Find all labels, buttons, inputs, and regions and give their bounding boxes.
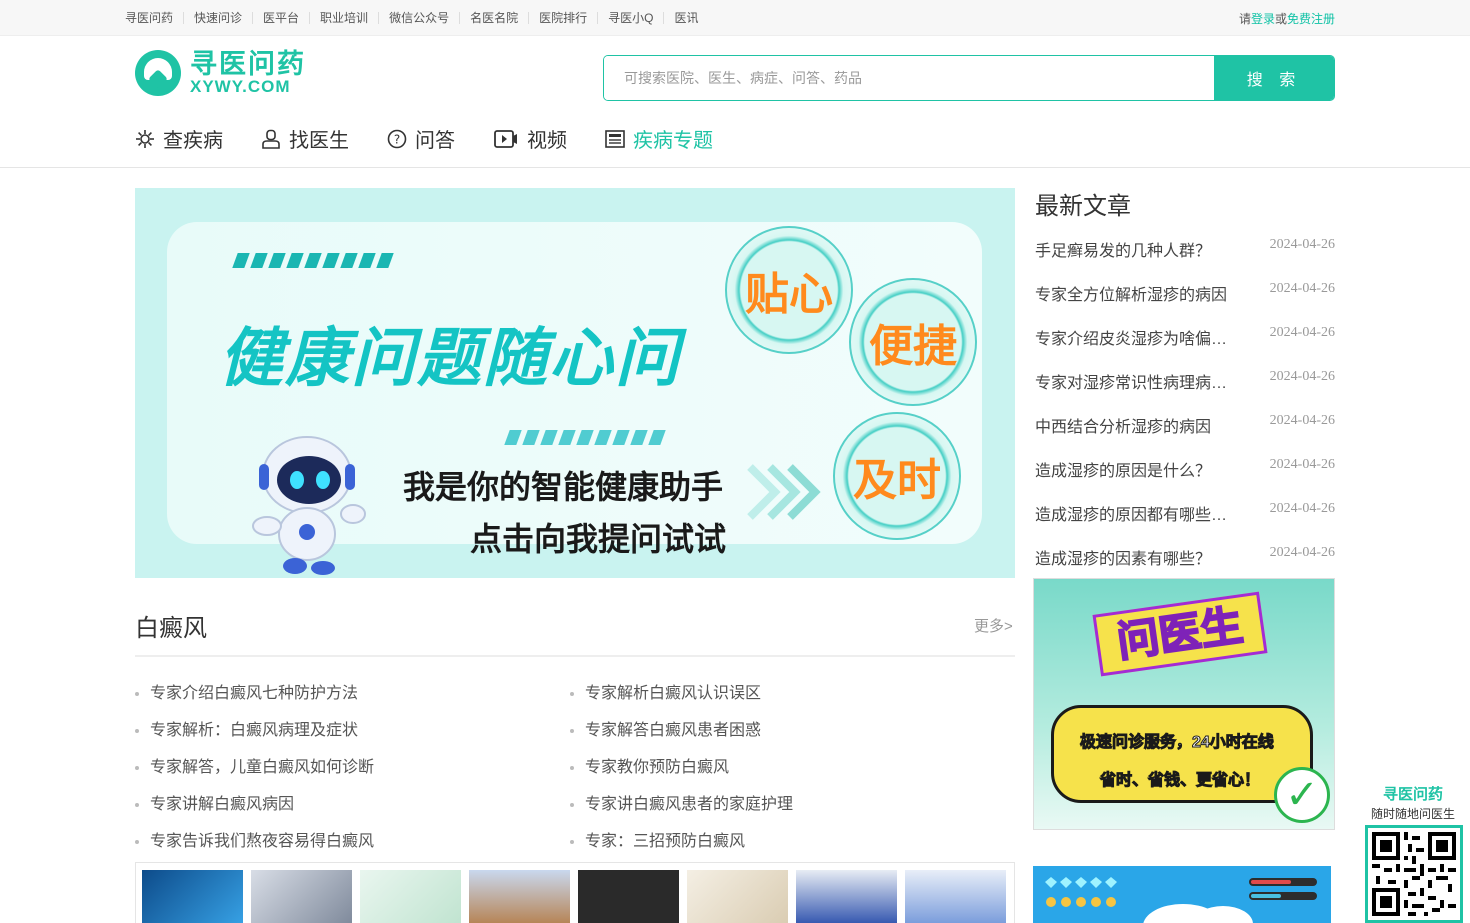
- list-item[interactable]: 专家教你预防白癜风: [570, 757, 793, 794]
- sidebar-article[interactable]: 中西结合分析湿疹的病因 2024-04-26: [1035, 413, 1335, 437]
- list-item[interactable]: 专家讲解白癜风病因: [135, 794, 374, 831]
- nav-check-disease[interactable]: 查疾病: [135, 124, 223, 153]
- section-divider: [135, 655, 1015, 657]
- top-link-famous-doctors[interactable]: 名医名院: [460, 12, 530, 24]
- robot-assistant-icon: [245, 430, 380, 575]
- game-ad-graphic: [1045, 877, 1317, 923]
- nav-label: 找医生: [289, 130, 349, 152]
- list-item[interactable]: 专家解析：白癜风病理及症状: [135, 720, 374, 757]
- article-list-left: 专家介绍白癜风七种防护方法 专家解析：白癜风病理及症状 专家解答，儿童白癜风如何…: [135, 683, 374, 868]
- list-item[interactable]: 专家解答，儿童白癜风如何诊断: [135, 757, 374, 794]
- nav-video[interactable]: 视频: [493, 124, 567, 153]
- qr-code-icon: [1365, 825, 1463, 923]
- banner-line-2: 点击向我提问试试: [470, 521, 727, 557]
- badge-caring: 贴心: [725, 226, 853, 354]
- search-button[interactable]: 搜 索: [1214, 56, 1334, 100]
- ad-line-2: 省时、省钱、更省心！: [1099, 772, 1261, 790]
- ad-line-1: 极速问诊服务，24小时在线: [1080, 734, 1275, 752]
- gear-flower-icon: [136, 129, 154, 148]
- top-link-quick-consult[interactable]: 快速问诊: [184, 12, 254, 24]
- checkmark-icon: ✓: [1274, 767, 1330, 823]
- top-link-xywy[interactable]: 寻医问药: [125, 12, 185, 24]
- banner-title: 健康问题随心问: [219, 322, 681, 394]
- list-item[interactable]: 专家解析白癜风认识误区: [570, 683, 793, 720]
- nav-find-doctor[interactable]: 找医生: [261, 124, 349, 153]
- thumb-cloud-image[interactable]: [142, 870, 243, 923]
- arrows-icon: [747, 464, 821, 520]
- nav-divider: [0, 167, 1470, 168]
- video-icon: [494, 129, 517, 148]
- sidebar-article[interactable]: 专家对湿疹常识性病理病… 2024-04-26: [1035, 369, 1335, 393]
- thumb-dark-image[interactable]: [578, 870, 679, 923]
- nav-label: 疾病专题: [633, 130, 713, 152]
- decor-stripes: [232, 253, 397, 268]
- ask-doctor-ad[interactable]: 问医生 极速问诊服务，24小时在线 省时、省钱、更省心！ ✓: [1033, 578, 1335, 830]
- top-utility-bar: 寻医问药 快速问诊 医平台 职业培训 微信公众号 名医名院 医院排行 寻医小Q …: [0, 0, 1470, 36]
- list-item[interactable]: 专家解答白癜风患者困惑: [570, 720, 793, 757]
- sidebar-article[interactable]: 手足癣易发的几种人群？ 2024-04-26: [1035, 237, 1335, 261]
- sidebar-title: 最新文章: [1035, 193, 1131, 220]
- banner-line-1: 我是你的智能健康助手: [403, 469, 724, 505]
- top-links: 寻医问药 快速问诊 医平台 职业培训 微信公众号 名医名院 医院排行 寻医小Q …: [125, 0, 708, 36]
- newspaper-icon: [605, 129, 625, 148]
- register-link[interactable]: 免费注册: [1287, 12, 1335, 26]
- qr-subtitle: 随时随地问医生: [1370, 807, 1455, 821]
- qr-title: 寻医问药: [1382, 786, 1443, 803]
- top-link-wechat[interactable]: 微信公众号: [379, 12, 461, 24]
- badge-convenient: 便捷: [849, 278, 977, 406]
- hero-banner[interactable]: 健康问题随心问 我是你的智能健康助手 点击向我提问试试 贴心 便捷 及时: [135, 188, 1015, 578]
- top-link-news[interactable]: 医讯: [664, 12, 708, 24]
- thumb-crowd-image[interactable]: [905, 870, 1006, 923]
- sidebar-article[interactable]: 专家介绍皮炎湿疹为啥偏… 2024-04-26: [1035, 325, 1335, 349]
- list-item[interactable]: 专家介绍白癜风七种防护方法: [135, 683, 374, 720]
- nav-label: 问答: [415, 130, 455, 152]
- sidebar-article[interactable]: 造成湿疹的因素有哪些？ 2024-04-26: [1035, 545, 1335, 569]
- nav-disease-topics[interactable]: 疾病专题: [605, 124, 713, 153]
- sidebar-article[interactable]: 造成湿疹的原因是什么？ 2024-04-26: [1035, 457, 1335, 481]
- ad-title: 问医生: [1092, 591, 1268, 677]
- section-title: 白癜风: [135, 615, 207, 642]
- top-link-hospital-ranking[interactable]: 医院排行: [529, 12, 599, 24]
- site-logo[interactable]: 寻医问药 XYWY.COM: [135, 50, 306, 96]
- search-input[interactable]: [604, 56, 1214, 100]
- nav-qa[interactable]: ? 问答: [387, 124, 455, 153]
- login-area: 请登录或免费注册: [1238, 12, 1335, 26]
- top-link-platform[interactable]: 医平台: [253, 12, 311, 24]
- list-item[interactable]: 专家讲白癜风患者的家庭护理: [570, 794, 793, 831]
- floating-qr-widget[interactable]: 寻医问药 随时随地问医生: [1363, 783, 1463, 923]
- top-link-training[interactable]: 职业培训: [310, 12, 380, 24]
- logo-text-cn: 寻医问药: [190, 49, 306, 79]
- main-nav: 查疾病 找医生 ? 问答 视频 疾病专题: [135, 124, 751, 153]
- thumb-money-image[interactable]: [360, 870, 461, 923]
- sidebar-article[interactable]: 专家全方位解析湿疹的病因 2024-04-26: [1035, 281, 1335, 305]
- search-bar: 搜 索: [603, 55, 1335, 101]
- nav-label: 查疾病: [163, 130, 223, 152]
- doctor-icon: [262, 129, 280, 149]
- decor-stripes: [504, 430, 669, 445]
- thumb-valve-image[interactable]: [796, 870, 897, 923]
- more-link[interactable]: 更多>: [974, 615, 1013, 636]
- heart-logo-icon: [135, 50, 181, 96]
- logo-text-en: XYWY.COM: [190, 77, 291, 96]
- thumbnail-strip: [135, 862, 1015, 923]
- thumb-device-image[interactable]: [251, 870, 352, 923]
- thumb-building-image[interactable]: [469, 870, 570, 923]
- thumb-cartoon-image[interactable]: [687, 870, 788, 923]
- question-icon: ?: [387, 129, 407, 148]
- article-list-right: 专家解析白癜风认识误区 专家解答白癜风患者困惑 专家教你预防白癜风 专家讲白癜风…: [570, 683, 793, 868]
- top-link-xiao-q[interactable]: 寻医小Q: [598, 12, 665, 24]
- login-link[interactable]: 登录: [1251, 12, 1275, 26]
- sidebar-article[interactable]: 造成湿疹的原因都有哪些… 2024-04-26: [1035, 501, 1335, 525]
- nav-label: 视频: [527, 130, 567, 152]
- svg-text:?: ?: [394, 132, 400, 146]
- badge-timely: 及时: [833, 412, 961, 540]
- game-ad-banner[interactable]: [1033, 866, 1331, 923]
